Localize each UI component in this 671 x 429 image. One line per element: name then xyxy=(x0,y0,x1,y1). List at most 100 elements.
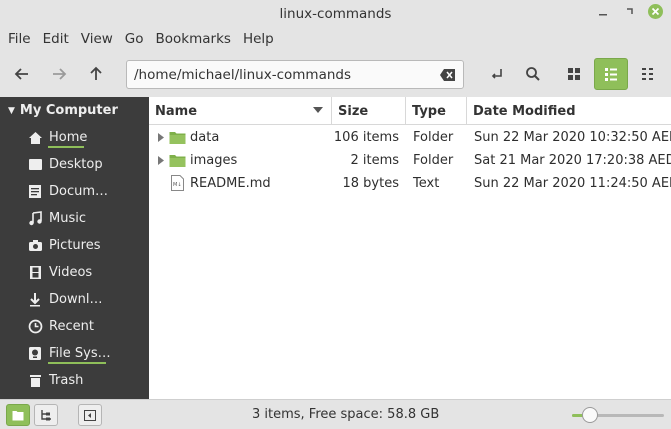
sidebar-item-label: Downl… xyxy=(49,292,103,307)
sidebar-item-label: Trash xyxy=(49,373,84,388)
expand-arrow-icon[interactable] xyxy=(158,156,164,165)
file-name: README.md xyxy=(190,176,271,191)
trash-icon xyxy=(27,373,43,389)
icon-view-button[interactable] xyxy=(559,58,589,90)
expand-arrow-icon[interactable] xyxy=(158,133,164,142)
forward-button[interactable] xyxy=(44,58,74,90)
show-tree-button[interactable] xyxy=(34,404,58,426)
markdown-file-icon: M↓ xyxy=(171,175,184,191)
list-view-icon xyxy=(605,68,617,81)
location-bar[interactable]: /home/michael/linux-commands xyxy=(126,60,464,89)
window-title: linux-commands xyxy=(279,5,392,22)
menu-bookmarks[interactable]: Bookmarks xyxy=(150,31,237,47)
sidebar-item-trash[interactable]: Trash xyxy=(0,367,149,394)
backspace-icon xyxy=(440,69,455,81)
sidebar-item-recent[interactable]: Recent xyxy=(0,313,149,340)
svg-text:M↓: M↓ xyxy=(173,182,182,188)
download-icon xyxy=(27,292,43,308)
menu-bar: File Edit View Go Bookmarks Help xyxy=(0,27,671,51)
up-button[interactable] xyxy=(81,58,111,90)
list-view-button[interactable] xyxy=(594,58,628,90)
music-icon xyxy=(27,211,43,227)
column-type-label: Type xyxy=(412,103,446,119)
menu-file[interactable]: File xyxy=(2,31,37,47)
maximize-icon xyxy=(627,7,633,14)
documents-icon xyxy=(27,184,43,200)
column-date-modified[interactable]: Date Modified xyxy=(467,97,671,125)
close-button[interactable] xyxy=(648,4,663,19)
sidebar-item-downloads[interactable]: Downl… xyxy=(0,286,149,313)
column-header-row: Name Size Type Date Modified xyxy=(149,97,671,125)
sidebar-item-label: Desktop xyxy=(49,157,103,172)
column-size[interactable]: Size xyxy=(332,97,406,125)
compact-view-button[interactable] xyxy=(633,58,663,90)
column-size-label: Size xyxy=(338,103,369,119)
window-controls xyxy=(596,4,663,19)
menu-go[interactable]: Go xyxy=(119,31,150,47)
sidebar-section-my-computer[interactable]: ▼ My Computer xyxy=(0,97,149,124)
sidebar-item-videos[interactable]: Videos xyxy=(0,259,149,286)
back-button[interactable] xyxy=(7,58,37,90)
zoom-slider-handle[interactable] xyxy=(582,407,598,423)
file-name: images xyxy=(190,153,238,168)
file-size: 18 bytes xyxy=(342,176,400,191)
zoom-slider[interactable] xyxy=(572,407,664,423)
compact-view-icon xyxy=(642,68,653,80)
show-places-button[interactable] xyxy=(6,404,30,426)
arrow-left-icon xyxy=(14,68,28,80)
clock-icon xyxy=(27,319,43,335)
arrow-up-icon xyxy=(90,66,102,80)
arrow-right-icon xyxy=(53,68,67,80)
close-icon xyxy=(651,7,660,16)
sidebar-item-file-system[interactable]: File Sys… xyxy=(0,340,149,367)
hide-sidebar-button[interactable] xyxy=(78,404,102,426)
sidebar-toggle-icon xyxy=(84,409,96,421)
status-bar: 3 items, Free space: 58.8 GB xyxy=(0,399,671,429)
menu-edit[interactable]: Edit xyxy=(37,31,75,47)
file-name: data xyxy=(190,130,220,145)
file-size: 106 items xyxy=(333,130,399,145)
file-type: Folder xyxy=(413,130,454,145)
folder-icon xyxy=(169,132,186,144)
places-folder-icon xyxy=(12,410,24,420)
file-modified: Sat 21 Mar 2020 17:20:38 AEDT xyxy=(474,153,671,168)
file-row-data[interactable]: data 106 items Folder Sun 22 Mar 2020 10… xyxy=(149,126,671,149)
search-button[interactable] xyxy=(518,58,548,90)
toggle-location-button[interactable] xyxy=(482,58,512,90)
sidebar-item-documents[interactable]: Docum… xyxy=(0,178,149,205)
filesystem-icon xyxy=(27,346,43,362)
minimize-button[interactable] xyxy=(596,5,610,19)
collapse-triangle-icon[interactable]: ▼ xyxy=(8,106,15,116)
sidebar-item-label: Home xyxy=(49,130,88,145)
sidebar-item-label: Videos xyxy=(49,265,93,280)
file-type: Folder xyxy=(413,153,454,168)
menu-view[interactable]: View xyxy=(75,31,119,47)
file-list: Name Size Type Date Modified data 106 it… xyxy=(149,97,671,399)
location-path[interactable]: /home/michael/linux-commands xyxy=(134,67,351,83)
column-name[interactable]: Name xyxy=(149,97,332,125)
sidebar-item-home[interactable]: Home xyxy=(0,124,149,151)
toolbar: /home/michael/linux-commands xyxy=(0,51,671,97)
sidebar-item-label: Music xyxy=(49,211,86,226)
sidebar-item-desktop[interactable]: Desktop xyxy=(0,151,149,178)
home-icon xyxy=(27,130,43,146)
camera-icon xyxy=(27,238,43,254)
sidebar-item-music[interactable]: Music xyxy=(0,205,149,232)
file-row-readme[interactable]: M↓ README.md 18 bytes Text Sun 22 Mar 20… xyxy=(149,172,671,195)
sidebar-item-pictures[interactable]: Pictures xyxy=(0,232,149,259)
maximize-button[interactable] xyxy=(622,5,636,19)
mount-indicator xyxy=(48,362,106,364)
menu-help[interactable]: Help xyxy=(237,31,280,47)
desktop-icon xyxy=(27,157,43,173)
tree-view-icon xyxy=(41,410,51,421)
file-size: 2 items xyxy=(350,153,399,168)
file-row-images[interactable]: images 2 items Folder Sat 21 Mar 2020 17… xyxy=(149,149,671,172)
folder-icon xyxy=(169,155,186,167)
search-icon xyxy=(526,67,540,81)
grid-view-icon xyxy=(568,68,580,80)
column-type[interactable]: Type xyxy=(406,97,467,125)
column-name-label: Name xyxy=(155,103,198,119)
sidebar-item-label: Docum… xyxy=(49,184,109,199)
clear-location-button[interactable] xyxy=(439,67,457,83)
title-bar: linux-commands xyxy=(0,0,671,27)
